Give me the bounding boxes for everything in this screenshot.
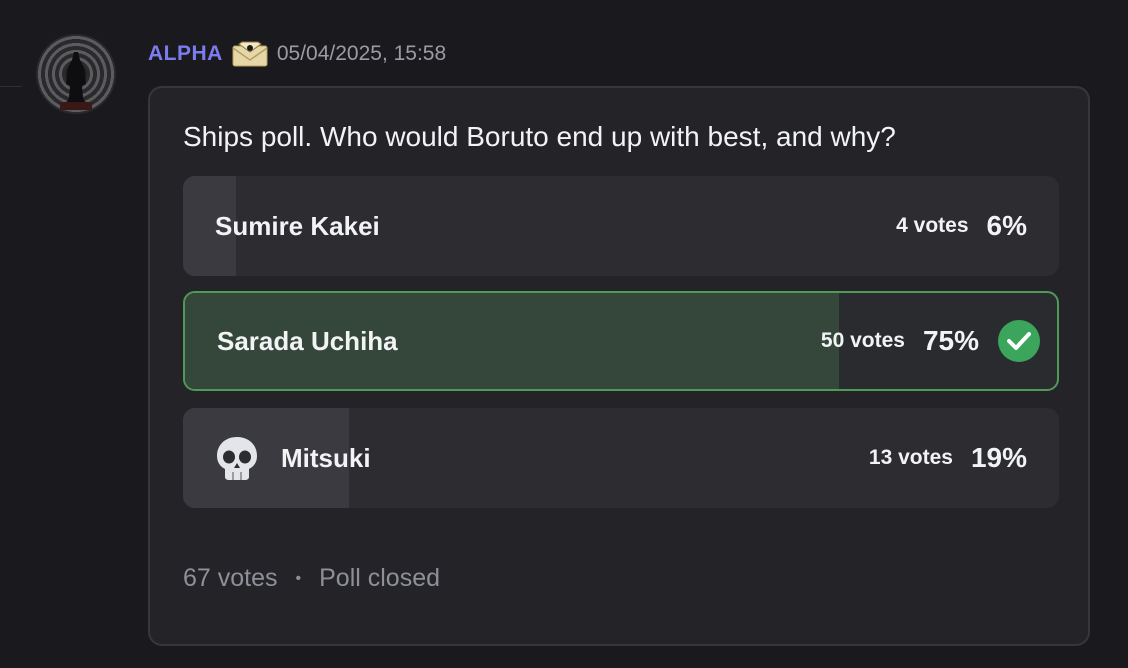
avatar[interactable] xyxy=(36,34,116,114)
message-view: ALPHA 05/04/2025, 15:58 Ships poll. Who … xyxy=(0,0,1128,668)
poll-answer-percent: 75% xyxy=(922,325,979,356)
author-name[interactable]: ALPHA xyxy=(148,42,223,66)
poll-answer-votes: 13 votes xyxy=(868,446,953,469)
poll-answer-percent: 6% xyxy=(986,210,1027,241)
avatar-silhouette-icon xyxy=(60,52,92,110)
poll-answer-votes: 4 votes xyxy=(896,214,969,237)
poll-total-votes[interactable]: 67 votes xyxy=(183,564,278,593)
poll-answer-percent: 19% xyxy=(970,442,1027,473)
poll-question: Ships poll. Who would Boruto end up with… xyxy=(183,121,896,152)
poll-card: Ships poll. Who would Boruto end up with… xyxy=(148,86,1090,646)
poll-answer-label: Mitsuki xyxy=(281,442,371,473)
poll-footer: 67 votes • Poll closed xyxy=(183,564,440,593)
separator-dot: • xyxy=(295,569,302,587)
envelope-badge-icon xyxy=(232,41,268,67)
poll-answer-sumire[interactable]: Sumire Kakei 4 votes 6% xyxy=(183,176,1059,276)
divider xyxy=(0,86,22,87)
winner-check-icon xyxy=(998,320,1040,362)
message-header: ALPHA 05/04/2025, 15:58 xyxy=(148,34,446,74)
poll-answer-sarada[interactable]: Sarada Uchiha 50 votes 75% xyxy=(183,291,1059,391)
skull-icon xyxy=(217,437,257,480)
poll-answer-label: Sarada Uchiha xyxy=(217,325,398,356)
poll-status: Poll closed xyxy=(319,564,441,592)
message-timestamp: 05/04/2025, 15:58 xyxy=(276,42,447,65)
poll-answer-label: Sumire Kakei xyxy=(215,210,380,241)
poll-answer-mitsuki[interactable]: Mitsuki 13 votes 19% xyxy=(183,408,1059,508)
poll-answer-votes: 50 votes xyxy=(820,329,905,352)
